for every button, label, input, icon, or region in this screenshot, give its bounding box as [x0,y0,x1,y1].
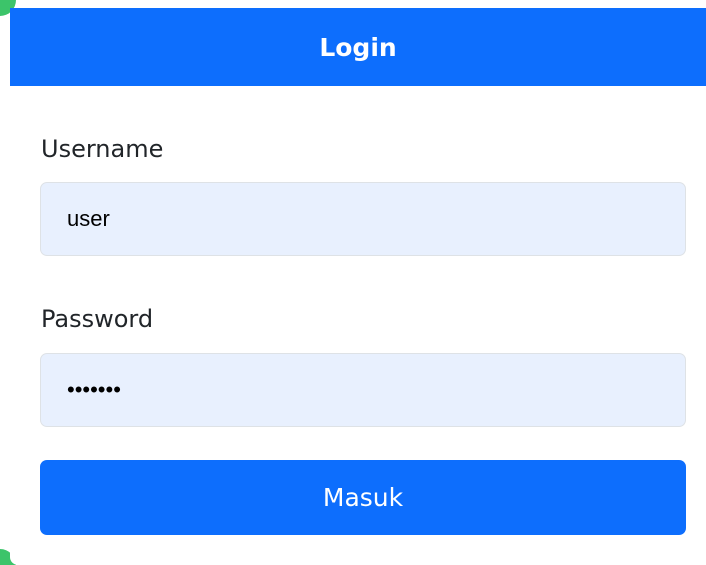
login-title: Login [319,32,397,62]
login-header: Login [10,8,706,86]
password-input[interactable] [40,353,686,427]
username-input[interactable] [40,182,686,256]
username-label: Username [41,135,164,163]
login-card: Login Username Password Masuk [10,8,706,565]
submit-button[interactable]: Masuk [40,460,686,535]
password-label: Password [41,305,154,333]
